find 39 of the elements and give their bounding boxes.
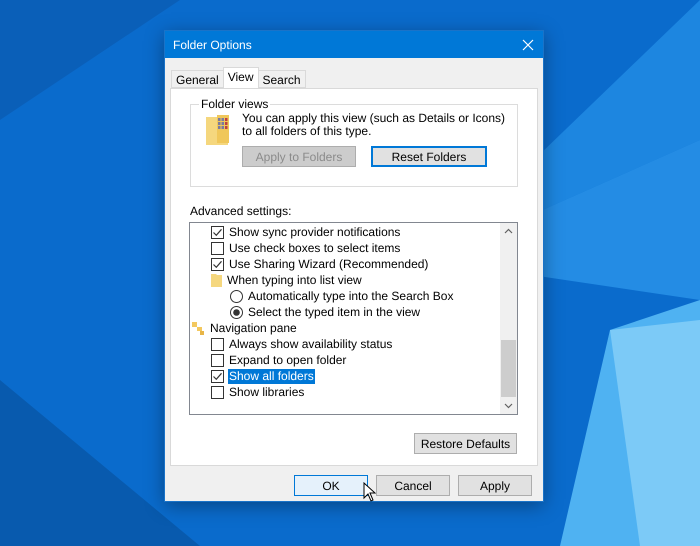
checkbox[interactable] xyxy=(211,242,224,254)
folder-icon xyxy=(211,273,222,287)
cursor-icon xyxy=(363,482,376,502)
dialog-button[interactable]: Cancel xyxy=(376,475,450,496)
setting-label[interactable]: Use Sharing Wizard (Recommended) xyxy=(228,256,430,272)
setting-label[interactable]: Always show availability status xyxy=(228,336,394,352)
folder-view-button[interactable]: Reset Folders xyxy=(371,146,487,167)
setting-label[interactable]: Use check boxes to select items xyxy=(228,240,402,256)
scrollbar[interactable] xyxy=(500,223,517,414)
dialog-button[interactable]: Apply xyxy=(458,475,532,496)
close-icon xyxy=(522,38,534,50)
restore-defaults-button[interactable]: Restore Defaults xyxy=(414,433,517,454)
setting-label[interactable]: Show libraries xyxy=(228,384,306,400)
setting-label[interactable]: Automatically type into the Search Box xyxy=(247,288,454,304)
setting-label[interactable]: When typing into list view xyxy=(226,272,363,288)
folder-tree-icon xyxy=(192,322,205,334)
group-legend: Folder views xyxy=(199,97,270,111)
checkbox[interactable] xyxy=(211,370,224,382)
checkbox[interactable] xyxy=(211,386,224,398)
checkbox[interactable] xyxy=(211,226,224,238)
scroll-thumb[interactable] xyxy=(501,340,516,397)
radio-button[interactable] xyxy=(230,290,243,302)
checkbox[interactable] xyxy=(211,354,224,366)
tab[interactable]: General xyxy=(171,70,224,88)
checkbox[interactable] xyxy=(211,258,224,270)
checkbox[interactable] xyxy=(211,338,224,350)
advanced-settings-label: Advanced settings: xyxy=(190,204,292,218)
radio-button[interactable] xyxy=(230,306,243,318)
setting-label[interactable]: Select the typed item in the view xyxy=(247,304,422,320)
dialog-button[interactable]: OK xyxy=(294,475,368,496)
setting-label[interactable]: Show sync provider notifications xyxy=(228,224,402,240)
setting-label[interactable]: Show all folders xyxy=(228,368,315,384)
setting-label[interactable]: Navigation pane xyxy=(209,320,298,336)
tab[interactable]: Search xyxy=(258,70,306,88)
tab[interactable]: View xyxy=(222,67,258,88)
window-title: Folder Options xyxy=(173,38,252,52)
folder-views-description: You can apply this view (such as Details or Icons) to all folders of this type. xyxy=(242,112,506,138)
setting-label[interactable]: Expand to open folder xyxy=(228,352,348,368)
folder-icon xyxy=(206,115,230,145)
